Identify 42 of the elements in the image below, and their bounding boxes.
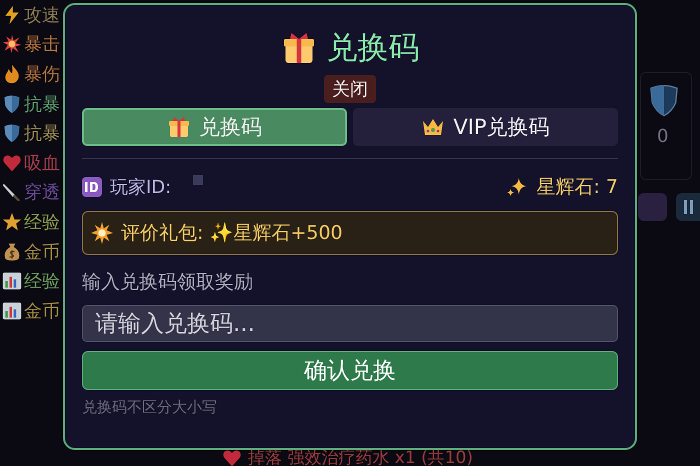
player-id-label: 玩家ID: — [110, 176, 172, 199]
stat-label: 吸血 — [24, 152, 60, 175]
pause-icon — [684, 200, 694, 214]
shield-icon — [2, 123, 22, 144]
confirm-button[interactable]: 确认兑换 — [82, 351, 618, 390]
hidden-id-mark — [193, 175, 204, 185]
stat-label: 抗暴 — [24, 122, 60, 146]
stat-label: 暴伤 — [24, 62, 60, 86]
stat-label: 攻速 — [24, 4, 60, 27]
shield-icon — [2, 94, 22, 114]
stat-label: 经验 — [24, 210, 60, 234]
shield-icon — [648, 83, 680, 117]
sparkle-icon — [506, 176, 528, 198]
chart-icon — [2, 300, 22, 321]
stat-label: 金币 — [24, 240, 60, 264]
chart-icon — [2, 271, 22, 292]
sunburst-icon — [91, 222, 113, 244]
tab[interactable]: 兑换码 — [82, 108, 347, 146]
star-stone-count: 星辉石: 7 — [536, 175, 618, 200]
stat-label: 暴击 — [24, 33, 60, 56]
id-badge-icon — [82, 177, 102, 197]
heart-icon — [222, 448, 242, 466]
knife-icon — [2, 182, 22, 202]
gift-icon — [167, 115, 191, 139]
code-input-field[interactable]: 请输入兑换码... — [82, 305, 618, 342]
burst-icon — [2, 34, 22, 54]
stat-label: 经验 — [24, 270, 60, 294]
drop-message: 掉落 强效治疗药水 x1 (共10) — [248, 447, 473, 466]
hint-text: 兑换码不区分大小写 — [82, 398, 218, 417]
dialog-title: 兑换码 — [326, 29, 420, 68]
stat-label: 金币 — [24, 300, 60, 323]
shield-value: 0 — [657, 126, 668, 147]
pause-button[interactable] — [676, 193, 700, 221]
tab[interactable]: VIP兑换码 — [353, 108, 618, 146]
moneybag-icon — [2, 242, 22, 262]
stat-label: 抗暴 — [24, 92, 60, 116]
prompt-text: 输入兑换码领取奖励 — [82, 270, 254, 295]
promo-text: 评价礼包: ✨星辉石+500 — [121, 221, 343, 246]
heart-icon — [2, 152, 22, 173]
star-icon — [2, 212, 22, 232]
close-button[interactable]: 关闭 — [324, 75, 376, 103]
stat-label: 穿透 — [24, 181, 60, 204]
